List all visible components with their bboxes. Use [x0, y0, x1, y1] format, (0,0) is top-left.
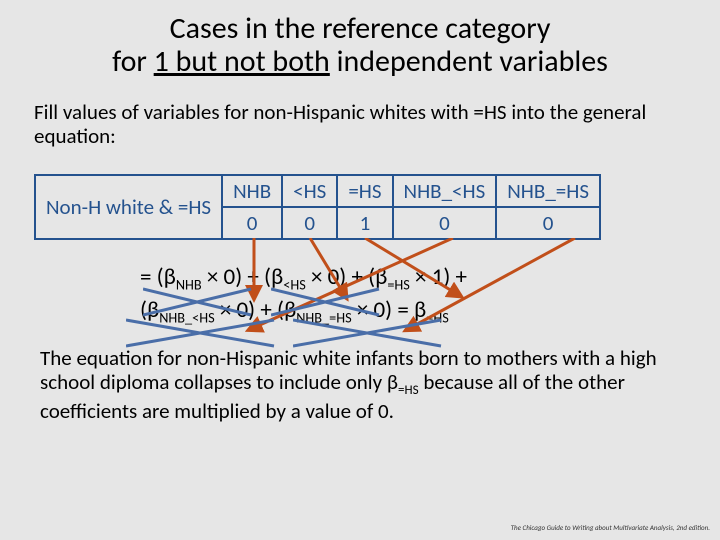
cell-value: 1 — [337, 207, 392, 239]
equation-line1: = (βNHB × 0) + (β<HS × 0) + (β=HS × 1) + — [140, 263, 467, 291]
title-line2b: independent variables — [330, 43, 608, 80]
equation: = (βNHB × 0) + (β<HS × 0) + (β=HS × 1) +… — [0, 240, 720, 328]
col-header: NHB_=HS — [496, 175, 600, 207]
cell-value: 0 — [282, 207, 337, 239]
equation-line2: (βNHB_<HS × 0) + (βNHB_=HS × 0) = β=HS — [140, 296, 449, 324]
title-line2a: for — [112, 43, 154, 80]
table-header-row: Non-H white & =HS NHB <HS =HS NHB_<HS NH… — [35, 175, 600, 207]
col-header: NHB — [222, 175, 282, 207]
slide-title: Cases in the reference category for 1 bu… — [0, 0, 720, 86]
title-line1: Cases in the reference category — [170, 10, 551, 47]
cell-value: 0 — [496, 207, 600, 239]
cell-value: 0 — [393, 207, 497, 239]
values-table: Non-H white & =HS NHB <HS =HS NHB_<HS NH… — [34, 174, 601, 240]
col-header: <HS — [282, 175, 337, 207]
explanation-text: The equation for non-Hispanic white infa… — [0, 328, 720, 423]
title-line2-underline: 1 but not both — [154, 43, 330, 80]
cell-value: 0 — [222, 207, 282, 239]
footnote-citation: The Chicago Guide to Writing about Multi… — [511, 523, 710, 532]
intro-text: Fill values of variables for non-Hispani… — [0, 86, 720, 158]
col-header: =HS — [337, 175, 392, 207]
row-label: Non-H white & =HS — [35, 175, 222, 239]
col-header: NHB_<HS — [393, 175, 497, 207]
